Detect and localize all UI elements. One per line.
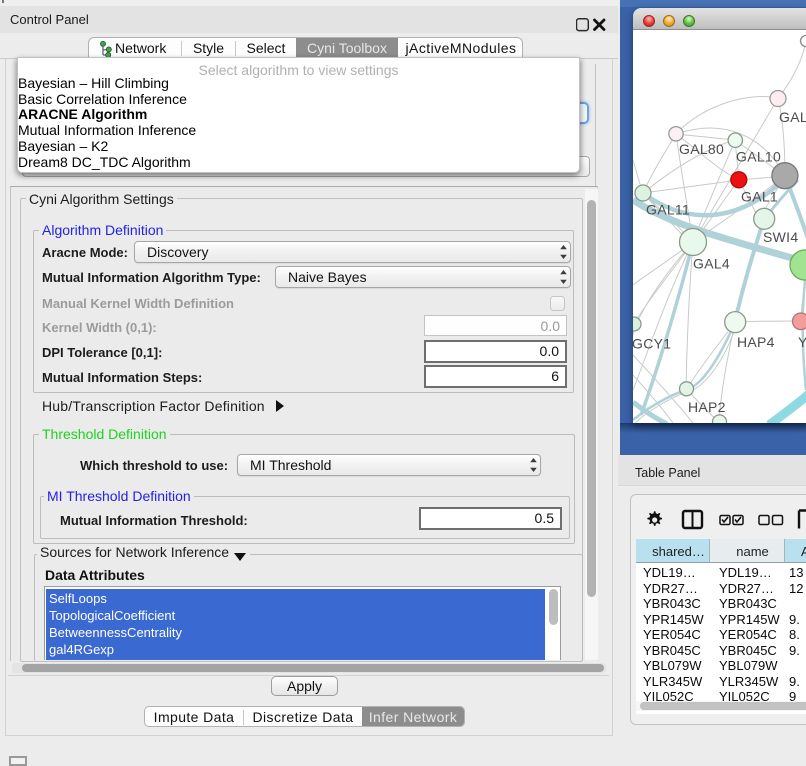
svg-text:GAL1: GAL1 [741,189,778,205]
svg-text:Y: Y [798,334,806,350]
svg-text:GAL4: GAL4 [693,256,730,272]
svg-text:GCY1: GCY1 [633,336,671,352]
svg-text:GAL2: GAL2 [779,109,806,125]
svg-text:SWI4: SWI4 [763,229,798,245]
svg-text:GAL10: GAL10 [736,149,781,165]
svg-text:GAL80: GAL80 [679,141,724,157]
svg-text:HAP2: HAP2 [688,399,726,415]
svg-text:GAL11: GAL11 [646,202,690,218]
svg-text:HAP4: HAP4 [737,334,775,350]
